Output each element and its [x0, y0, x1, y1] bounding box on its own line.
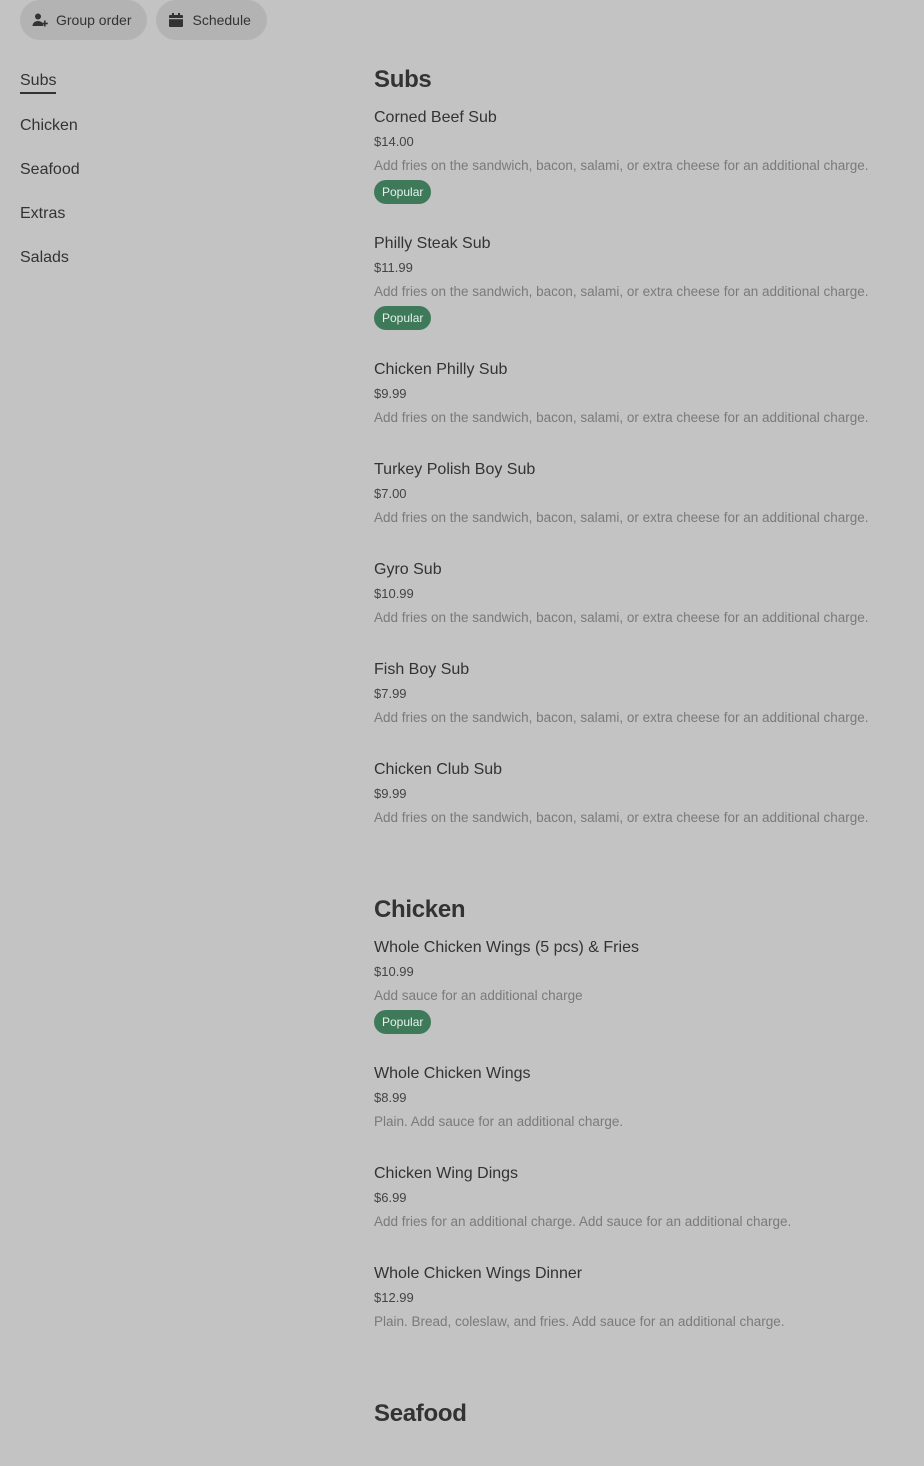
- item-name: Chicken Club Sub: [374, 761, 503, 778]
- nav-item-salads[interactable]: Salads: [20, 236, 320, 280]
- item-name: Whole Chicken Wings (5 pcs) & Fries: [374, 939, 639, 956]
- nav-item-label: Salads: [20, 249, 69, 266]
- item-name: Gyro Sub: [374, 561, 442, 578]
- menu-item[interactable]: Turkey Polish Boy Sub $7.00 Add fries on t…: [374, 458, 904, 558]
- item-price: $9.99: [374, 386, 407, 401]
- item-price: $10.99: [374, 586, 414, 601]
- item-price: $6.99: [374, 1190, 407, 1205]
- menu-section-chicken: Chicken Whole Chicken Wings (5 pcs) & Fri…: [374, 894, 904, 1362]
- popular-badge: Popular: [374, 306, 432, 330]
- group-order-label: Group order: [56, 12, 132, 28]
- menu-section-seafood: Seafood: [374, 1398, 904, 1430]
- item-desc: Add fries on the sandwich, bacon, salami…: [374, 710, 869, 725]
- item-desc: Add fries on the sandwich, bacon, salami…: [374, 284, 869, 299]
- item-name: Chicken Wing Dings: [374, 1165, 519, 1182]
- calendar-icon: [168, 12, 184, 28]
- menu-item[interactable]: Whole Chicken Wings Dinner $12.99 Plain. B…: [374, 1262, 904, 1362]
- item-desc: Add fries on the sandwich, bacon, salami…: [374, 510, 869, 525]
- group-order-button[interactable]: Group order: [20, 0, 148, 40]
- category-nav: Subs Chicken Seafood Extras Salads: [20, 60, 320, 280]
- menu-item[interactable]: Chicken Club Sub $9.99 Add fries on the sa…: [374, 758, 904, 858]
- menu-item[interactable]: Whole Chicken Wings (5 pcs) & Fries $10.9…: [374, 936, 904, 1062]
- popular-badge: Popular: [374, 180, 432, 204]
- item-price: $9.99: [374, 786, 407, 801]
- menu-item[interactable]: Chicken Philly Sub $9.99 Add fries on the …: [374, 358, 904, 458]
- menu-item[interactable]: Gyro Sub $10.99 Add fries on the sandwich,…: [374, 558, 904, 658]
- menu-section-subs: Subs Corned Beef Sub $14.00 Add fries on th…: [374, 64, 904, 858]
- schedule-label: Schedule: [192, 12, 251, 28]
- nav-item-extras[interactable]: Extras: [20, 192, 320, 236]
- item-desc: Add fries on the sandwich, bacon, salami…: [374, 810, 869, 825]
- item-name: Turkey Polish Boy Sub: [374, 461, 536, 478]
- item-desc: Add sauce for an additional charge: [374, 988, 583, 1003]
- nav-item-chicken[interactable]: Chicken: [20, 104, 320, 148]
- item-name: Whole Chicken Wings Dinner: [374, 1265, 583, 1282]
- schedule-button[interactable]: Schedule: [156, 0, 267, 40]
- item-desc: Plain. Bread, coleslaw, and fries. Add s…: [374, 1314, 785, 1329]
- popular-badge: Popular: [374, 1010, 432, 1034]
- menu-item[interactable]: Fish Boy Sub $7.99 Add fries on the sandwi…: [374, 658, 904, 758]
- toolbar: Group order Schedule: [20, 0, 267, 40]
- nav-item-label: Subs: [20, 70, 57, 94]
- item-desc: Add fries on the sandwich, bacon, salami…: [374, 610, 869, 625]
- item-price: $14.00: [374, 134, 414, 149]
- item-price: $7.00: [374, 486, 407, 501]
- item-desc: Add fries on the sandwich, bacon, salami…: [374, 410, 869, 425]
- item-name: Chicken Philly Sub: [374, 361, 508, 378]
- item-desc: Add fries for an additional charge. Add …: [374, 1214, 792, 1229]
- item-name: Whole Chicken Wings: [374, 1065, 531, 1082]
- item-price: $7.99: [374, 686, 407, 701]
- item-price: $8.99: [374, 1090, 407, 1105]
- nav-item-label: Seafood: [20, 161, 80, 178]
- menu-item[interactable]: Corned Beef Sub $14.00 Add fries on the sa…: [374, 106, 904, 232]
- add-person-icon: [32, 12, 48, 28]
- section-title: Chicken: [374, 896, 466, 923]
- item-price: $11.99: [374, 260, 413, 275]
- section-title: Seafood: [374, 1400, 467, 1427]
- item-name: Fish Boy Sub: [374, 661, 470, 678]
- menu-item[interactable]: Chicken Wing Dings $6.99 Add fries for an …: [374, 1162, 904, 1262]
- menu-item[interactable]: Whole Chicken Wings $8.99 Plain. Add sauce…: [374, 1062, 904, 1162]
- item-price: $10.99: [374, 964, 414, 979]
- nav-item-label: Chicken: [20, 117, 78, 134]
- item-desc: Plain. Add sauce for an additional charg…: [374, 1114, 624, 1129]
- item-name: Corned Beef Sub: [374, 109, 497, 126]
- item-name: Philly Steak Sub: [374, 235, 491, 252]
- section-title: Subs: [374, 66, 432, 93]
- nav-item-label: Extras: [20, 205, 66, 222]
- menu-item[interactable]: Philly Steak Sub $11.99 Add fries on the s…: [374, 232, 904, 358]
- item-desc: Add fries on the sandwich, bacon, salami…: [374, 158, 869, 173]
- nav-item-seafood[interactable]: Seafood: [20, 148, 320, 192]
- nav-item-subs[interactable]: Subs: [20, 60, 320, 104]
- menu-content: Subs Corned Beef Sub $14.00 Add fries on th…: [374, 64, 904, 1466]
- item-price: $12.99: [374, 1290, 414, 1305]
